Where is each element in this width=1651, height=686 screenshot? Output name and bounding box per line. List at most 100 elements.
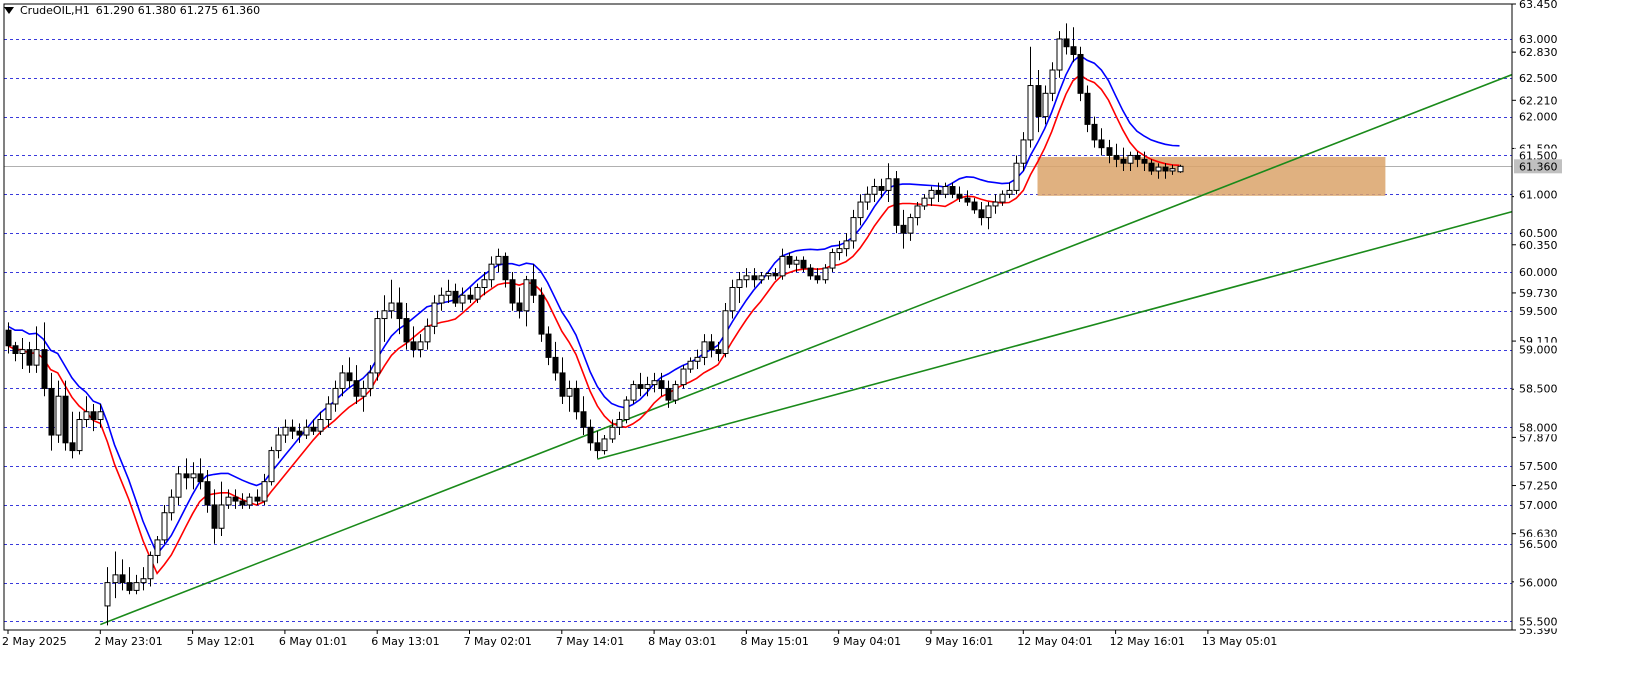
candle [1042, 85, 1049, 125]
ma-blue-line [7, 54, 1180, 556]
price-tick-label: 60.350 [1519, 239, 1558, 252]
candle-body [978, 209, 985, 219]
candle [829, 248, 836, 272]
chart-title-bar: CrudeOIL,H1 61.290 61.380 61.275 61.360 [4, 4, 260, 17]
candle-body [360, 387, 367, 397]
candle [488, 256, 495, 288]
candle [246, 493, 253, 509]
candle-body [310, 426, 317, 432]
candle-body [623, 399, 630, 421]
candle-body [161, 512, 168, 541]
candle-body [765, 273, 772, 277]
candle-body [971, 201, 978, 211]
candle [275, 427, 282, 459]
candle [523, 275, 530, 327]
candle [1056, 31, 1063, 78]
time-tick-label: 2 May 2025 [2, 635, 67, 648]
candle [971, 198, 978, 214]
candle [729, 279, 736, 319]
candle [900, 209, 907, 249]
candle-body [601, 438, 608, 452]
candle [885, 163, 892, 203]
candle [495, 248, 502, 272]
candle-body [644, 384, 651, 389]
candle [41, 322, 48, 397]
candle-body [559, 372, 566, 397]
candle [672, 380, 679, 404]
price-tick-label: 63.450 [1519, 0, 1558, 11]
candle-body [530, 279, 537, 296]
candle-body [225, 496, 232, 506]
candle-body [239, 500, 246, 506]
candle [964, 190, 971, 206]
candle-body [637, 384, 644, 389]
candle [701, 334, 708, 366]
candle-body [658, 380, 665, 389]
candle [438, 287, 445, 311]
candle [332, 380, 339, 412]
candle [687, 357, 694, 373]
candle-body [1098, 139, 1105, 149]
candle-body [374, 318, 381, 374]
candle-body [190, 473, 197, 479]
candle-body [168, 496, 175, 514]
candle [140, 567, 147, 591]
candle [12, 341, 19, 362]
candle [765, 271, 772, 280]
candle-body [509, 279, 516, 304]
candle-body [410, 341, 417, 351]
zone-layer [1037, 157, 1386, 196]
candle-body [1056, 38, 1063, 71]
candle-body [268, 450, 275, 483]
moving-average-layer [7, 54, 1180, 575]
chart-area[interactable]: 63.45062.83062.21061.59060.97060.35059.7… [0, 0, 1651, 686]
candle [62, 380, 69, 451]
candle-body [985, 205, 992, 219]
candle [147, 551, 154, 587]
menu-triangle-icon[interactable] [4, 7, 14, 14]
candle [601, 435, 608, 455]
candle-body [900, 224, 907, 234]
candle-body [474, 286, 481, 300]
candle-body [445, 290, 452, 296]
candle-body [246, 496, 253, 506]
candle [112, 551, 119, 599]
trendline-layer [100, 73, 1512, 626]
candle [1027, 46, 1034, 148]
candle [175, 466, 182, 505]
candle-body [126, 582, 133, 591]
candle-body [722, 310, 729, 355]
candle [431, 295, 438, 335]
candle [104, 567, 111, 626]
candle-body [566, 387, 573, 397]
candle-body [339, 372, 346, 389]
price-chart[interactable]: 63.45062.83062.21061.59060.97060.35059.7… [0, 0, 1651, 686]
candle [921, 194, 928, 210]
time-tick-label: 12 May 16:01 [1110, 635, 1185, 648]
candle-body [289, 426, 296, 432]
time-tick-label: 7 May 14:01 [556, 635, 624, 648]
candle [1049, 62, 1056, 102]
candle [772, 268, 779, 280]
candle [623, 396, 630, 424]
candle-body [701, 341, 708, 358]
candle-body [751, 275, 758, 281]
candle-body [885, 178, 892, 191]
candles-layer[interactable] [5, 23, 1184, 626]
candle [779, 248, 786, 280]
candle-body [33, 349, 40, 366]
candle-body [204, 481, 211, 506]
candle [758, 271, 765, 284]
candle-body [665, 387, 672, 401]
candle-body [1035, 85, 1042, 118]
candle-body [935, 189, 942, 195]
candle-body [956, 193, 963, 199]
support-zone [1037, 157, 1386, 196]
candle [445, 279, 452, 304]
candle [1084, 85, 1091, 133]
candle-body [907, 217, 914, 234]
candle [708, 334, 715, 358]
candle [325, 396, 332, 428]
level-label: 60.500 [1519, 227, 1558, 240]
candle [218, 481, 225, 537]
